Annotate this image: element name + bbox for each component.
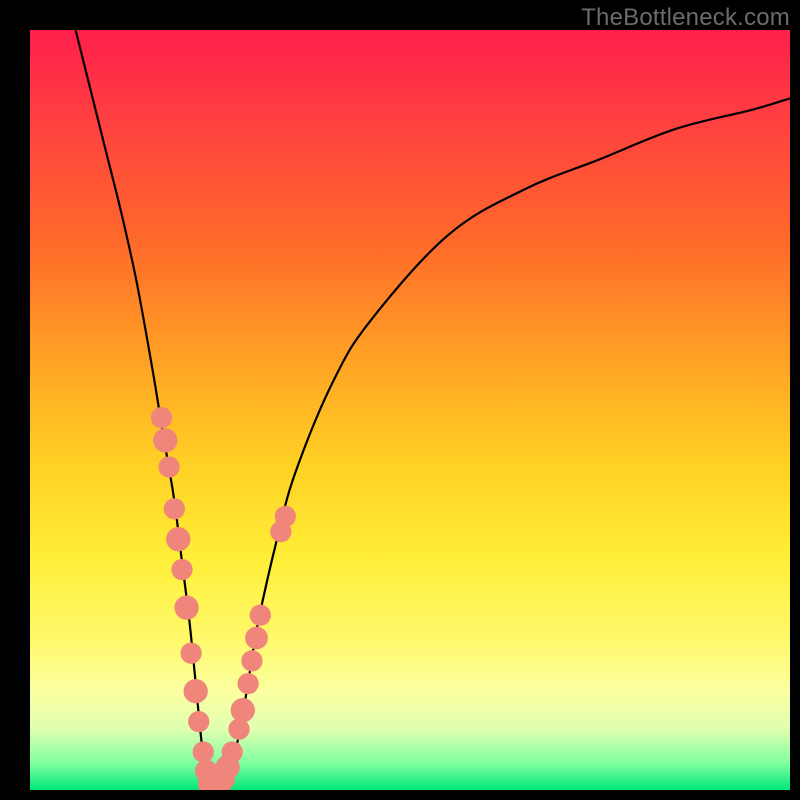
data-marker	[171, 559, 192, 580]
data-marker	[241, 650, 262, 671]
data-markers	[151, 407, 296, 790]
data-marker	[270, 521, 291, 542]
data-marker	[222, 741, 243, 762]
data-marker	[211, 766, 235, 790]
watermark-text: TheBottleneck.com	[581, 4, 790, 32]
data-marker	[275, 506, 296, 527]
data-marker	[237, 673, 258, 694]
data-marker	[206, 774, 230, 790]
data-marker	[188, 711, 209, 732]
data-marker	[180, 643, 201, 664]
curve-svg	[30, 30, 790, 790]
data-marker	[228, 719, 249, 740]
data-marker	[198, 771, 224, 790]
data-marker	[231, 698, 255, 722]
data-marker	[184, 679, 208, 703]
data-marker	[202, 776, 226, 790]
data-marker	[158, 456, 179, 477]
data-marker	[151, 407, 172, 428]
data-marker	[153, 428, 177, 452]
plot-area	[30, 30, 790, 790]
bottleneck-curve	[76, 30, 790, 790]
data-marker	[164, 498, 185, 519]
data-marker	[245, 627, 268, 650]
data-marker	[215, 755, 239, 779]
data-marker	[166, 527, 190, 551]
data-marker	[174, 595, 198, 619]
chart-frame: TheBottleneck.com	[0, 0, 800, 800]
data-marker	[195, 760, 218, 783]
data-marker	[250, 605, 271, 626]
data-marker	[193, 741, 214, 762]
